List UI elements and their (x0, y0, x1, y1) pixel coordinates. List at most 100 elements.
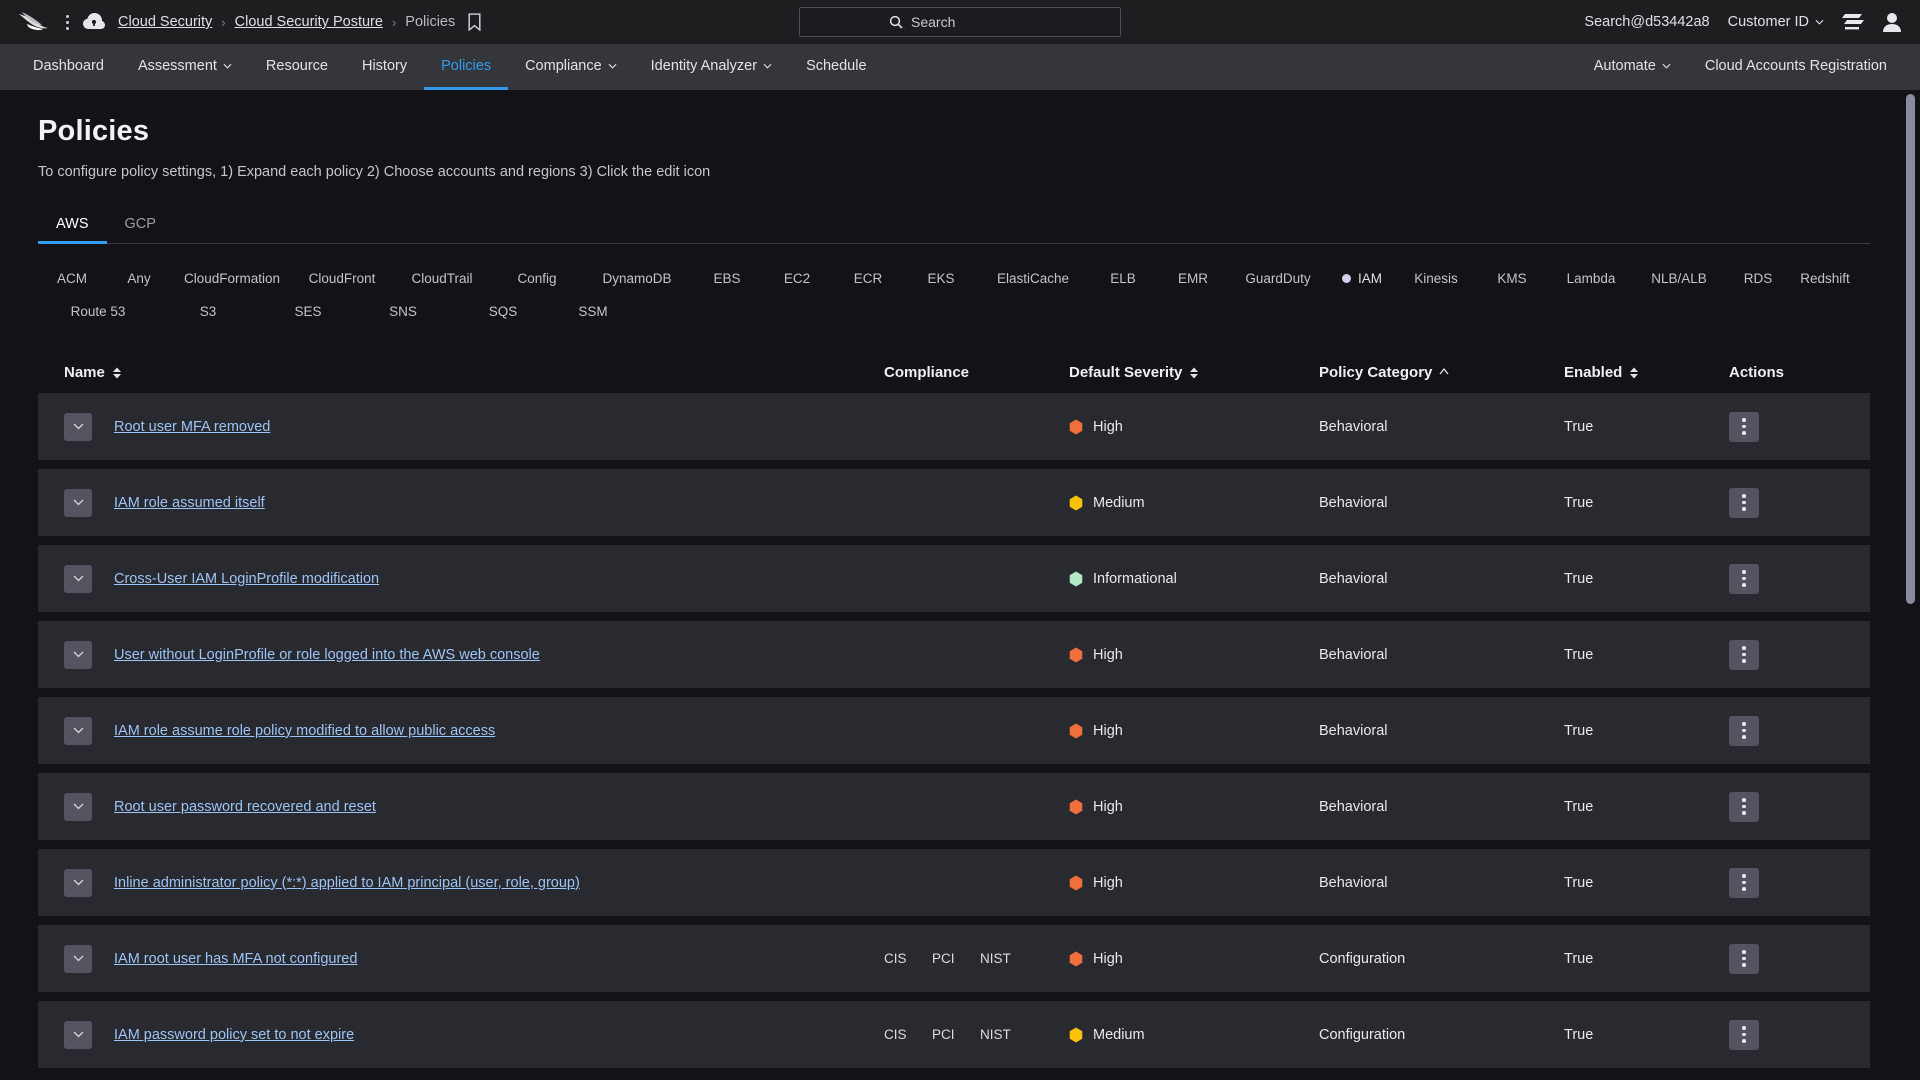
policy-name-link[interactable]: Root user MFA removed (114, 419, 270, 435)
user-avatar-icon[interactable] (1882, 12, 1902, 33)
service-chip-guardduty[interactable]: GuardDuty (1228, 262, 1328, 295)
tab-aws[interactable]: AWS (38, 210, 107, 244)
policy-name-link[interactable]: User without LoginProfile or role logged… (114, 647, 540, 663)
expand-row-button[interactable] (64, 944, 92, 973)
nav-item-dashboard[interactable]: Dashboard (16, 44, 121, 90)
service-chip-elb[interactable]: ELB (1088, 262, 1158, 295)
service-chip-route-53[interactable]: Route 53 (38, 295, 158, 328)
row-actions-menu-button[interactable] (1729, 715, 1759, 746)
service-chip-rds[interactable]: RDS (1724, 262, 1792, 295)
policy-name-link[interactable]: IAM role assumed itself (114, 495, 265, 511)
chevron-down-icon (73, 499, 83, 506)
policy-name-link[interactable]: Inline administrator policy (*:*) applie… (114, 875, 580, 891)
bookmark-icon[interactable] (467, 13, 482, 31)
policy-name-link[interactable]: IAM role assume role policy modified to … (114, 723, 495, 739)
service-chip-emr[interactable]: EMR (1158, 262, 1228, 295)
service-chip-eks[interactable]: EKS (904, 262, 978, 295)
policy-name-link[interactable]: Cross-User IAM LoginProfile modification (114, 571, 379, 587)
search-input[interactable] (911, 14, 1031, 30)
nav-item-automate[interactable]: Automate (1577, 44, 1688, 90)
breadcrumb-item-cloud-security[interactable]: Cloud Security (118, 14, 212, 30)
row-actions-menu-button[interactable] (1729, 487, 1759, 518)
cell-actions (1729, 791, 1849, 822)
service-chip-label: NLB/ALB (1651, 271, 1707, 286)
customer-id-selector[interactable]: Customer ID (1728, 14, 1824, 30)
expand-row-button[interactable] (64, 868, 92, 897)
nav-item-cloud-accounts-registration[interactable]: Cloud Accounts Registration (1688, 44, 1904, 90)
support-chat-icon[interactable] (1842, 13, 1864, 31)
nav-item-policies[interactable]: Policies (424, 44, 509, 90)
cell-enabled: True (1564, 646, 1594, 663)
expand-row-button[interactable] (64, 716, 92, 745)
row-actions-menu-button[interactable] (1729, 867, 1759, 898)
expand-row-button[interactable] (64, 564, 92, 593)
column-header-policy-category[interactable]: Policy Category (1319, 364, 1564, 381)
service-chip-cloudfront[interactable]: CloudFront (292, 262, 392, 295)
service-chip-acm[interactable]: ACM (38, 262, 106, 295)
row-actions-menu-button[interactable] (1729, 791, 1759, 822)
global-search-box[interactable] (799, 7, 1121, 37)
cell-actions (1729, 487, 1849, 518)
expand-row-button[interactable] (64, 1020, 92, 1049)
column-header-enabled[interactable]: Enabled (1564, 364, 1729, 381)
service-chip-any[interactable]: Any (106, 262, 172, 295)
service-chip-ecr[interactable]: ECR (832, 262, 904, 295)
nav-label: Resource (265, 57, 328, 74)
service-chip-kms[interactable]: KMS (1476, 262, 1548, 295)
service-chip-sqs[interactable]: SQS (448, 295, 558, 328)
column-header-compliance[interactable]: Compliance (884, 364, 1069, 381)
page-scrollbar[interactable] (1906, 94, 1915, 1074)
cell-compliance: CIS PCI NIST (884, 951, 1069, 966)
service-chip-sns[interactable]: SNS (358, 295, 448, 328)
service-chip-kinesis[interactable]: Kinesis (1396, 262, 1476, 295)
service-chip-ebs[interactable]: EBS (692, 262, 762, 295)
service-chip-ec2[interactable]: EC2 (762, 262, 832, 295)
expand-row-button[interactable] (64, 640, 92, 669)
nav-item-assessment[interactable]: Assessment (121, 44, 249, 90)
service-chip-label: CloudFront (308, 271, 376, 286)
nav-item-compliance[interactable]: Compliance (508, 44, 634, 90)
nav-item-identity-analyzer[interactable]: Identity Analyzer (634, 44, 789, 90)
top-bar-right: Search@d53442a8 Customer ID (1584, 12, 1902, 33)
expand-row-button[interactable] (64, 412, 92, 441)
chevron-down-icon (608, 63, 617, 69)
service-chip-s3[interactable]: S3 (158, 295, 258, 328)
expand-row-button[interactable] (64, 792, 92, 821)
table-row: Cross-User IAM LoginProfile modification… (38, 545, 1870, 612)
app-menu-icon[interactable] (58, 11, 76, 33)
service-chip-config[interactable]: Config (492, 262, 582, 295)
service-chip-ses[interactable]: SES (258, 295, 358, 328)
expand-row-button[interactable] (64, 488, 92, 517)
service-chip-redshift[interactable]: Redshift (1792, 262, 1858, 295)
nav-label: Automate (1593, 57, 1656, 74)
service-chip-label: EMR (1178, 271, 1208, 286)
service-chip-dynamodb[interactable]: DynamoDB (582, 262, 692, 295)
service-chip-ssm[interactable]: SSM (558, 295, 628, 328)
nav-label: Dashboard (33, 57, 104, 74)
policy-name-link[interactable]: IAM root user has MFA not configured (114, 951, 357, 967)
service-chip-cloudtrail[interactable]: CloudTrail (392, 262, 492, 295)
cell-enabled: True (1564, 418, 1594, 435)
service-chip-elasticache[interactable]: ElastiCache (978, 262, 1088, 295)
column-header-name[interactable]: Name (64, 364, 884, 381)
nav-item-history[interactable]: History (345, 44, 424, 90)
service-chip-cloudformation[interactable]: CloudFormation (172, 262, 292, 295)
scrollbar-thumb[interactable] (1906, 94, 1915, 604)
tab-gcp[interactable]: GCP (107, 210, 174, 244)
breadcrumb-item-cloud-security-posture[interactable]: Cloud Security Posture (235, 14, 383, 30)
falcon-logo-icon[interactable] (18, 11, 52, 33)
row-actions-menu-button[interactable] (1729, 1019, 1759, 1050)
column-header-default-severity[interactable]: Default Severity (1069, 364, 1319, 381)
nav-item-schedule[interactable]: Schedule (789, 44, 883, 90)
service-chip-lambda[interactable]: Lambda (1548, 262, 1634, 295)
row-actions-menu-button[interactable] (1729, 563, 1759, 594)
cell-name: User without LoginProfile or role logged… (64, 640, 884, 669)
service-chip-iam[interactable]: IAM (1328, 262, 1396, 295)
row-actions-menu-button[interactable] (1729, 943, 1759, 974)
policy-name-link[interactable]: IAM password policy set to not expire (114, 1027, 354, 1043)
nav-item-resource[interactable]: Resource (249, 44, 345, 90)
row-actions-menu-button[interactable] (1729, 639, 1759, 670)
row-actions-menu-button[interactable] (1729, 411, 1759, 442)
service-chip-nlb-alb[interactable]: NLB/ALB (1634, 262, 1724, 295)
policy-name-link[interactable]: Root user password recovered and reset (114, 799, 376, 815)
